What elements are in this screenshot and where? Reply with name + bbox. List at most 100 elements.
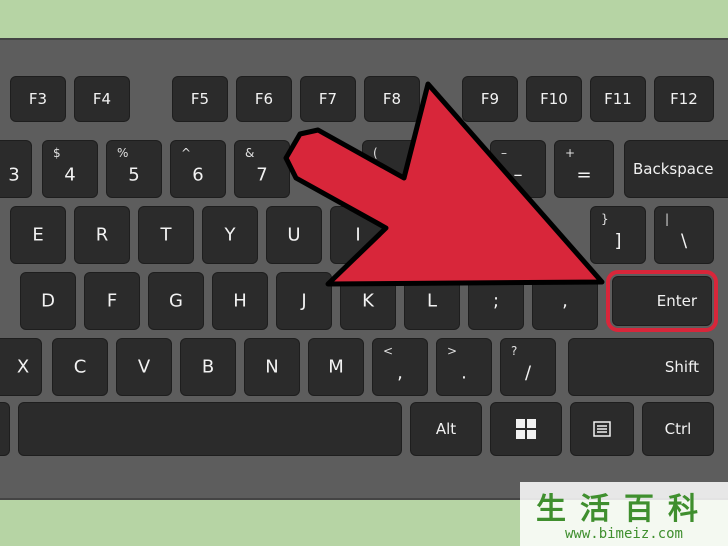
key-label: C: [73, 356, 87, 378]
key-c[interactable]: C: [52, 338, 108, 396]
key-d[interactable]: D: [20, 272, 76, 330]
key-e[interactable]: E: [10, 206, 66, 264]
key-label: Shift: [664, 358, 699, 376]
key-label: T: [160, 224, 172, 246]
key-label: F7: [318, 90, 338, 108]
key-backspace[interactable]: Backspace: [624, 140, 728, 198]
key-label: X: [16, 356, 30, 378]
key-slash[interactable]: ? /: [500, 338, 556, 396]
key-quote[interactable]: ,: [532, 272, 598, 330]
key-menu[interactable]: [570, 402, 634, 456]
key-label: Backspace: [633, 160, 714, 178]
key-shift-label: >: [447, 344, 458, 358]
key-label: Enter: [656, 292, 697, 310]
key-label: ,: [397, 362, 403, 384]
key-v[interactable]: V: [116, 338, 172, 396]
watermark-url: www.bimeiz.com: [564, 526, 683, 542]
key-label: F11: [604, 90, 632, 108]
key-f3[interactable]: F3: [10, 76, 66, 122]
key-ctrl[interactable]: Ctrl: [642, 402, 714, 456]
key-label: R: [95, 224, 109, 246]
key-label: F10: [540, 90, 568, 108]
key-label: ;: [492, 290, 500, 312]
key-k[interactable]: K: [340, 272, 396, 330]
key-label: J: [301, 290, 307, 312]
key-right-bracket[interactable]: }]: [590, 206, 646, 264]
key-enter[interactable]: Enter: [606, 270, 718, 332]
key-j[interactable]: J: [276, 272, 332, 330]
key-shift[interactable]: Shift: [568, 338, 714, 396]
key-label: E: [32, 224, 44, 246]
key-label: K: [362, 290, 374, 312]
key-b[interactable]: B: [180, 338, 236, 396]
key-left-edge[interactable]: [0, 402, 10, 456]
key-f11[interactable]: F11: [590, 76, 646, 122]
key-label: 3: [8, 164, 20, 186]
key-label: Y: [224, 224, 236, 246]
key-t[interactable]: T: [138, 206, 194, 264]
key-9[interactable]: (: [362, 140, 418, 198]
key-comma[interactable]: <,: [372, 338, 428, 396]
key-alt[interactable]: Alt: [410, 402, 482, 456]
key-f[interactable]: F: [84, 272, 140, 330]
key-label: D: [41, 290, 55, 312]
key-p[interactable]: [458, 206, 514, 264]
key-backslash[interactable]: | \: [654, 206, 714, 264]
key-f12[interactable]: F12: [654, 76, 714, 122]
key-u[interactable]: U: [266, 206, 322, 264]
key-label: H: [233, 290, 247, 312]
key-label: –: [513, 164, 523, 186]
key-space[interactable]: [18, 402, 402, 456]
key-label: ,: [562, 290, 568, 312]
key-shift-label: ^: [181, 146, 192, 160]
key-semicolon[interactable]: ;: [468, 272, 524, 330]
key-label: Alt: [435, 420, 457, 438]
key-f10[interactable]: F10: [526, 76, 582, 122]
key-y[interactable]: Y: [202, 206, 258, 264]
key-minus[interactable]: – –: [490, 140, 546, 198]
key-label: F12: [670, 90, 698, 108]
key-label: .: [461, 362, 467, 384]
watermark-chinese: 生活百科: [536, 492, 712, 527]
keyboard-illustration: F3 F4 F5 F6 F7 F8 F9 F10 F11 F12 3 $4 % 5…: [0, 0, 728, 546]
key-n[interactable]: N: [244, 338, 300, 396]
key-label: 4: [64, 164, 76, 186]
key-0[interactable]: [426, 140, 482, 198]
key-f4[interactable]: F4: [74, 76, 130, 122]
key-windows[interactable]: [490, 402, 562, 456]
key-label: 5: [128, 164, 140, 186]
key-f5[interactable]: F5: [172, 76, 228, 122]
key-label: F3: [28, 90, 48, 108]
key-shift-label: |: [665, 212, 670, 226]
key-label: 7: [256, 164, 268, 186]
key-label: F6: [254, 90, 274, 108]
key-f9[interactable]: F9: [462, 76, 518, 122]
key-3[interactable]: 3: [0, 140, 32, 198]
key-shift-label: &: [245, 146, 255, 160]
key-period[interactable]: >.: [436, 338, 492, 396]
key-label: Ctrl: [664, 420, 692, 438]
key-r[interactable]: R: [74, 206, 130, 264]
key-f7[interactable]: F7: [300, 76, 356, 122]
key-o[interactable]: [394, 206, 450, 264]
key-m[interactable]: M: [308, 338, 364, 396]
key-g[interactable]: G: [148, 272, 204, 330]
key-equals[interactable]: + =: [554, 140, 614, 198]
key-5[interactable]: % 5: [106, 140, 162, 198]
key-f6[interactable]: F6: [236, 76, 292, 122]
key-shift-label: (: [373, 146, 378, 160]
key-label: F5: [190, 90, 210, 108]
key-x[interactable]: X: [0, 338, 42, 396]
key-f8[interactable]: F8: [364, 76, 420, 122]
key-6[interactable]: ^ 6: [170, 140, 226, 198]
key-label: I: [355, 224, 361, 246]
key-label: L: [426, 290, 438, 312]
key-i[interactable]: I: [330, 206, 386, 264]
key-h[interactable]: H: [212, 272, 268, 330]
key-l[interactable]: L: [404, 272, 460, 330]
key-label: F4: [92, 90, 112, 108]
key-7[interactable]: & 7: [234, 140, 290, 198]
key-shift-label: <: [383, 344, 394, 358]
key-label: U: [287, 224, 301, 246]
key-4[interactable]: $4: [42, 140, 98, 198]
